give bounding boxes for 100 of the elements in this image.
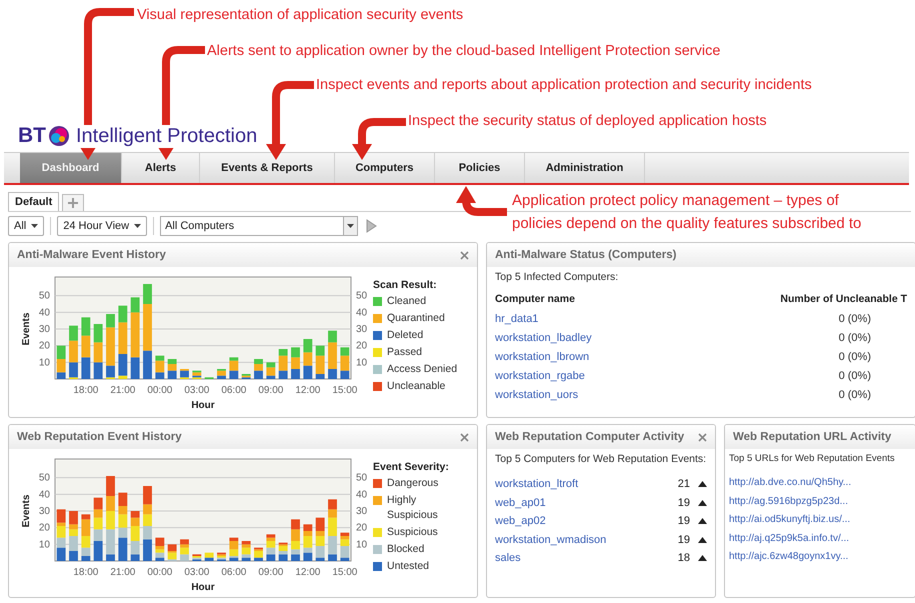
url-link[interactable]: http://ajc.6zw48goynx1vy... bbox=[729, 548, 911, 566]
url-link[interactable]: http://ai.od5kunyftj.biz.us/... bbox=[729, 511, 911, 530]
url-link[interactable]: http://ag.5916bpzg5p23d... bbox=[729, 492, 911, 511]
computer-link[interactable]: web_ap01 bbox=[495, 496, 670, 509]
x-tick-label: 06:00 bbox=[221, 385, 246, 396]
legend-label: Uncleanable bbox=[387, 379, 446, 394]
panel-title: Web Reputation Computer Activity bbox=[495, 431, 684, 443]
table-cell: 0 (0%) bbox=[838, 312, 871, 324]
y-tick-label: 50 bbox=[38, 472, 50, 484]
legend-title: Scan Result: bbox=[373, 279, 438, 291]
y-tick-label: 10 bbox=[356, 539, 368, 550]
x-tick-label: 12:00 bbox=[295, 385, 320, 396]
y-tick-label: 50 bbox=[38, 290, 50, 302]
x-tick-label: 15:00 bbox=[332, 567, 358, 578]
callout-text: Application protect policy management – types of policies depend on the quality features subscribed to bbox=[512, 191, 862, 234]
callout-text: Inspect events and reports about application protection and security incidents bbox=[316, 76, 813, 95]
x-tick-label: 06:00 bbox=[221, 567, 246, 578]
x-tick-label: 12:00 bbox=[295, 567, 320, 578]
nav-tab[interactable]: Policies bbox=[435, 153, 525, 183]
computer-link[interactable]: workstation_ltroft bbox=[495, 478, 670, 490]
legend-label: Deleted bbox=[387, 328, 424, 343]
y-tick-label: 30 bbox=[356, 324, 368, 335]
y-tick-label: 10 bbox=[38, 357, 50, 368]
computer-link[interactable]: workstation_lbrown bbox=[495, 350, 590, 362]
url-link[interactable]: http://ab.dve.co.nu/Qh5hy... bbox=[729, 474, 911, 492]
table-cell: 0 (0%) bbox=[838, 350, 871, 362]
y-tick-label: 50 bbox=[356, 290, 368, 302]
legend-title: Event Severity: bbox=[373, 461, 450, 473]
legend-label: Blocked bbox=[387, 542, 424, 557]
legend-label: Quarantined bbox=[387, 311, 445, 326]
y-tick-label: 40 bbox=[356, 307, 368, 318]
panel-title: Anti-Malware Status (Computers) bbox=[495, 249, 676, 261]
panel-title: Anti-Malware Event History bbox=[17, 249, 166, 261]
y-tick-label: 40 bbox=[356, 489, 368, 500]
computer-link[interactable]: web_ap02 bbox=[495, 515, 670, 528]
column-header: Number of Uncleanable T bbox=[780, 293, 907, 305]
panel-subtitle: Top 5 URLs for Web Reputation Events bbox=[729, 453, 896, 464]
column-header: Computer name bbox=[495, 293, 575, 305]
event-count: 21 bbox=[676, 478, 690, 490]
legend-label: Passed bbox=[387, 345, 422, 360]
y-tick-label: 30 bbox=[356, 506, 368, 517]
legend-label: Suspicious bbox=[387, 525, 438, 540]
y-tick-label: 20 bbox=[356, 522, 368, 534]
y-tick-label: 30 bbox=[38, 324, 50, 335]
y-axis-title: Events bbox=[21, 312, 32, 346]
legend-label: Cleaned bbox=[387, 294, 426, 309]
panel-subtitle: Top 5 Computers for Web Reputation Events: bbox=[495, 453, 707, 465]
event-count: 19 bbox=[676, 515, 690, 528]
x-tick-label: 21:00 bbox=[110, 567, 136, 578]
panel-title: Web Reputation Event History bbox=[17, 431, 182, 443]
logo-brand: BT bbox=[18, 124, 46, 148]
panel-title: Web Reputation URL Activity bbox=[733, 431, 892, 443]
x-tick-label: 03:00 bbox=[184, 385, 210, 396]
url-link[interactable]: http://aj.q25p9k5a.info.tv/... bbox=[729, 530, 911, 548]
legend-label: Untested bbox=[387, 559, 430, 574]
callout-text: Inspect the security status of deployed application hosts bbox=[408, 112, 768, 131]
computer-link[interactable]: workstation_lbadley bbox=[495, 332, 592, 344]
x-tick-label: 00:00 bbox=[147, 385, 172, 396]
y-tick-label: 40 bbox=[38, 489, 50, 500]
callout-text: Alerts sent to application owner by the cloud-based Intelligent Protection service bbox=[207, 42, 722, 61]
y-tick-label: 10 bbox=[356, 357, 368, 368]
x-tick-label: 15:00 bbox=[332, 385, 358, 396]
nav-tab[interactable]: Dashboard bbox=[20, 153, 122, 183]
view-tab[interactable]: Default bbox=[8, 192, 60, 211]
event-count: 19 bbox=[676, 496, 690, 509]
table-cell: 0 (0%) bbox=[838, 388, 871, 400]
event-count: 19 bbox=[676, 534, 690, 546]
x-tick-label: 00:00 bbox=[147, 567, 172, 578]
x-axis-title: Hour bbox=[191, 400, 215, 411]
scope-dropdown[interactable]: All bbox=[8, 216, 44, 236]
computer-link[interactable]: sales bbox=[495, 552, 670, 564]
x-tick-label: 09:00 bbox=[258, 385, 284, 396]
x-tick-label: 18:00 bbox=[73, 567, 98, 578]
y-tick-label: 20 bbox=[356, 340, 368, 352]
legend-label: Access Denied bbox=[387, 362, 458, 377]
y-tick-label: 50 bbox=[356, 472, 368, 484]
x-tick-label: 09:00 bbox=[258, 567, 284, 578]
table-cell: 0 (0%) bbox=[838, 332, 871, 344]
computer-link[interactable]: workstation_wmadison bbox=[495, 534, 670, 546]
x-tick-label: 21:00 bbox=[110, 385, 136, 396]
y-tick-label: 40 bbox=[38, 307, 50, 318]
nav-tab[interactable]: Administration bbox=[525, 153, 645, 183]
y-tick-label: 30 bbox=[38, 506, 50, 517]
x-tick-label: 03:00 bbox=[184, 567, 210, 578]
computer-link[interactable]: workstation_uors bbox=[495, 388, 578, 400]
y-axis-title: Events bbox=[21, 494, 32, 528]
callout-text: Visual representation of application security events bbox=[137, 6, 464, 25]
y-tick-label: 20 bbox=[38, 340, 50, 352]
computers-select[interactable]: All Computers bbox=[160, 216, 358, 236]
table-cell: 0 (0%) bbox=[838, 370, 871, 382]
x-tick-label: 18:00 bbox=[73, 385, 98, 396]
time-range-dropdown[interactable]: 24 Hour View bbox=[57, 216, 148, 236]
computer-link[interactable]: workstation_rgabe bbox=[495, 370, 585, 382]
y-tick-label: 20 bbox=[38, 522, 50, 534]
event-count: 18 bbox=[676, 552, 690, 564]
legend-label: Highly Suspicious bbox=[387, 493, 439, 523]
panel-subtitle: Top 5 Infected Computers: bbox=[495, 271, 620, 283]
legend-label: Dangerous bbox=[387, 476, 438, 491]
computer-link[interactable]: hr_data1 bbox=[495, 312, 538, 324]
y-tick-label: 10 bbox=[38, 539, 50, 550]
